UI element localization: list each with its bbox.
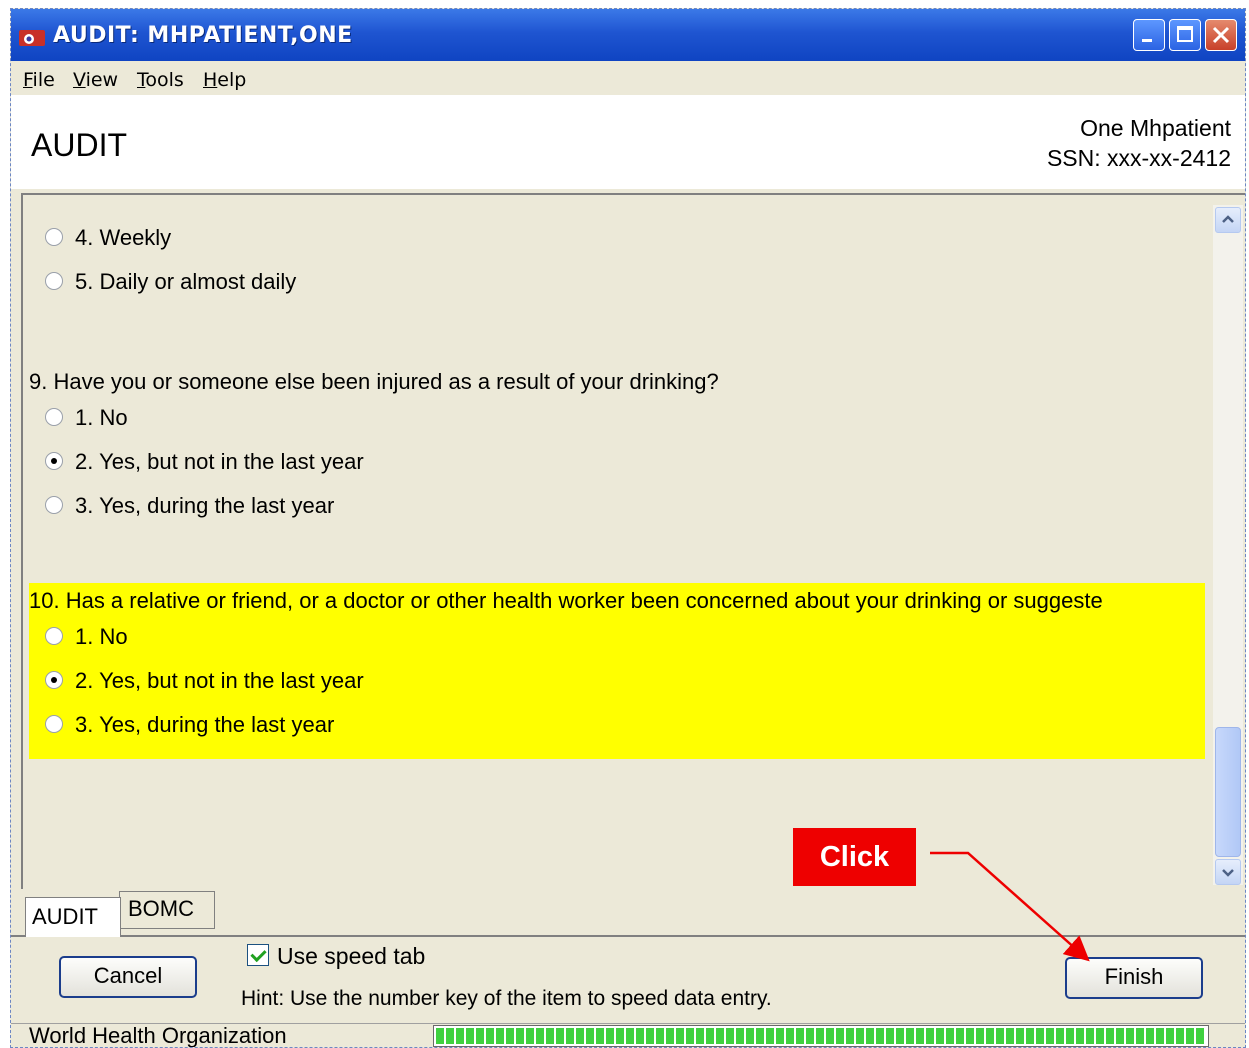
- cancel-label: Cancel: [93, 963, 163, 988]
- page-title: AUDIT: [31, 127, 127, 163]
- radio-button[interactable]: [45, 496, 63, 514]
- menu-tools[interactable]: Tools: [137, 69, 184, 91]
- menu-view[interactable]: View: [73, 69, 118, 91]
- finish-label: Finish: [1104, 964, 1164, 989]
- progress-bar: [433, 1025, 1209, 1047]
- progress-fill: [436, 1028, 1206, 1044]
- maximize-icon: [1177, 26, 1193, 42]
- radio-button-selected[interactable]: [45, 452, 63, 470]
- menu-help[interactable]: Help: [203, 69, 246, 91]
- menu-file[interactable]: File: [23, 69, 55, 91]
- menu-bar: File View Tools Help: [11, 61, 1245, 95]
- audit-window: AUDIT: MHPATIENT,ONE File View Tools Hel…: [10, 8, 1246, 1048]
- question-10-text: 10. Has a relative or friend, or a docto…: [29, 588, 1103, 613]
- header-panel: AUDIT One Mhpatient SSN: xxx-xx-2412: [11, 95, 1245, 189]
- use-speed-tab-checkbox[interactable]: [247, 944, 269, 966]
- title-bar[interactable]: AUDIT: MHPATIENT,ONE: [11, 9, 1245, 61]
- hint-text: Hint: Use the number key of the item to …: [241, 987, 772, 1010]
- maximize-button[interactable]: [1169, 19, 1201, 51]
- radio-button-selected[interactable]: [45, 671, 63, 689]
- tab-audit[interactable]: AUDIT: [25, 897, 121, 937]
- radio-button[interactable]: [45, 228, 63, 246]
- patient-name: One Mhpatient: [1080, 115, 1231, 141]
- close-icon: [1212, 26, 1230, 44]
- tab-strip-line: [11, 935, 1245, 937]
- radio-button[interactable]: [45, 627, 63, 645]
- radio-button[interactable]: [45, 408, 63, 426]
- question-9-text: 9. Have you or someone else been injured…: [29, 369, 719, 394]
- tab-bomc[interactable]: BOMC: [119, 891, 215, 929]
- chevron-up-icon: [1222, 215, 1234, 223]
- status-text: World Health Organization: [29, 1023, 287, 1048]
- scroll-up-button[interactable]: [1215, 207, 1241, 233]
- patient-ssn: SSN: xxx-xx-2412: [1046, 145, 1231, 171]
- app-icon: [19, 30, 45, 46]
- scroll-down-button[interactable]: [1215, 859, 1241, 885]
- scrollbar-thumb[interactable]: [1215, 727, 1241, 857]
- chevron-down-icon: [1222, 869, 1234, 877]
- finish-button[interactable]: Finish: [1065, 957, 1203, 999]
- minimize-icon: [1142, 39, 1152, 42]
- window-title: AUDIT: MHPATIENT,ONE: [53, 23, 353, 48]
- cancel-button[interactable]: Cancel: [59, 956, 197, 998]
- minimize-button[interactable]: [1133, 19, 1165, 51]
- vertical-scrollbar[interactable]: [1213, 205, 1243, 885]
- click-callout: Click: [793, 828, 916, 886]
- radio-button[interactable]: [45, 715, 63, 733]
- close-button[interactable]: [1205, 19, 1237, 51]
- use-speed-tab-label: Use speed tab: [277, 943, 426, 969]
- questionnaire-panel: 4. Weekly 5. Daily or almost daily 9. Ha…: [21, 193, 1245, 889]
- radio-button[interactable]: [45, 272, 63, 290]
